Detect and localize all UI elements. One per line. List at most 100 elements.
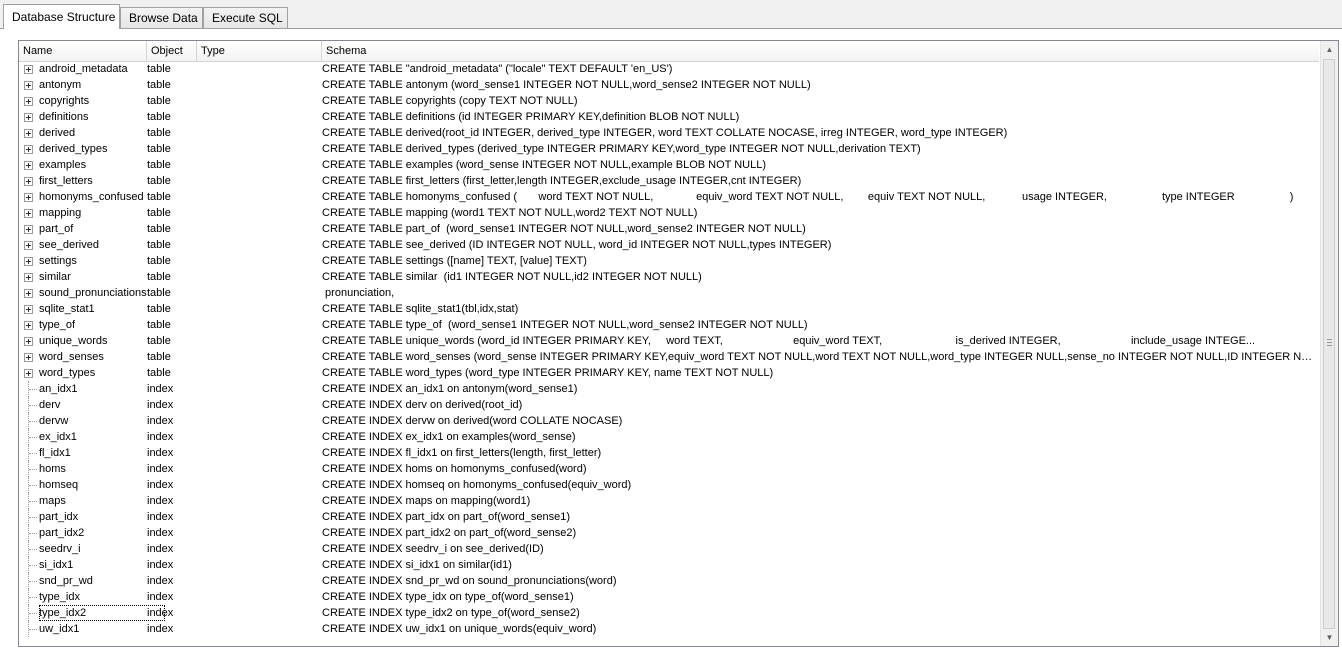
- table-row[interactable]: type_of table CREATE TABLE type_of (word_s…: [19, 317, 1319, 333]
- index-row[interactable]: type_idx2 index CREATE INDEX type_idx2 on …: [19, 605, 1319, 621]
- tree-connector-branch: [29, 501, 37, 503]
- expand-plus-icon[interactable]: [24, 177, 33, 186]
- table-row[interactable]: homonyms_confused table CREATE TABLE homon…: [19, 189, 1319, 205]
- expand-plus-icon[interactable]: [24, 113, 33, 122]
- expand-plus-icon[interactable]: [24, 129, 33, 138]
- expand-plus-icon[interactable]: [24, 257, 33, 266]
- scroll-thumb[interactable]: [1323, 59, 1335, 629]
- row-type-cell: [197, 125, 321, 141]
- tree-connector-branch: [29, 517, 37, 519]
- expand-plus-icon[interactable]: [24, 289, 33, 298]
- table-row[interactable]: android_metadata table CREATE TABLE "andro…: [19, 61, 1319, 77]
- table-row[interactable]: sound_pronunciations table pronunciation,: [19, 285, 1319, 301]
- table-row[interactable]: similar table CREATE TABLE similar (id1 IN…: [19, 269, 1319, 285]
- index-row[interactable]: fl_idx1 index CREATE INDEX fl_idx1 on firs…: [19, 445, 1319, 461]
- table-row[interactable]: first_letters table CREATE TABLE first_let…: [19, 173, 1319, 189]
- table-row[interactable]: copyrights table CREATE TABLE copyrights (…: [19, 93, 1319, 109]
- expand-plus-icon[interactable]: [24, 193, 33, 202]
- column-header-name[interactable]: Name: [19, 41, 147, 61]
- column-header-type[interactable]: Type: [197, 41, 322, 61]
- expand-plus-icon[interactable]: [24, 225, 33, 234]
- row-type-cell: [197, 477, 321, 493]
- index-row[interactable]: dervw index CREATE INDEX dervw on derived(…: [19, 413, 1319, 429]
- expand-plus-icon[interactable]: [24, 273, 33, 282]
- index-row[interactable]: homs index CREATE INDEX homs on homonyms_c…: [19, 461, 1319, 477]
- index-row[interactable]: homseq index CREATE INDEX homseq on homony…: [19, 477, 1319, 493]
- table-row[interactable]: word_types table CREATE TABLE word_types (…: [19, 365, 1319, 381]
- row-object-cell: table: [147, 239, 171, 251]
- row-object-cell: index: [147, 607, 174, 619]
- table-row[interactable]: word_senses table CREATE TABLE word_senses…: [19, 349, 1319, 365]
- index-row[interactable]: part_idx2 index CREATE INDEX part_idx2 on …: [19, 525, 1319, 541]
- scroll-down-arrow-icon[interactable]: ▼: [1321, 629, 1338, 646]
- row-schema-cell: CREATE INDEX an_idx1 on antonym(word_sen…: [322, 383, 578, 395]
- table-row[interactable]: derived table CREATE TABLE derived(root_id…: [19, 125, 1319, 141]
- row-schema-cell: CREATE TABLE unique_words (word_id INTEG…: [322, 335, 1256, 347]
- index-row[interactable]: part_idx index CREATE INDEX part_idx on pa…: [19, 509, 1319, 525]
- row-type-cell: [197, 509, 321, 525]
- index-row[interactable]: snd_pr_wd index CREATE INDEX snd_pr_wd on …: [19, 573, 1319, 589]
- index-row[interactable]: maps index CREATE INDEX maps on mapping(wo…: [19, 493, 1319, 509]
- expand-plus-icon[interactable]: [24, 321, 33, 330]
- tab-database-structure[interactable]: Database Structure: [3, 4, 120, 29]
- table-row[interactable]: settings table CREATE TABLE settings ([nam…: [19, 253, 1319, 269]
- table-row[interactable]: definitions table CREATE TABLE definitions…: [19, 109, 1319, 125]
- row-type-cell: [197, 189, 321, 205]
- row-schema-cell: CREATE TABLE similar (id1 INTEGER NOT NU…: [322, 271, 702, 283]
- expand-plus-icon[interactable]: [24, 65, 33, 74]
- row-schema-cell: CREATE TABLE copyrights (copy TEXT NOT N…: [322, 95, 578, 107]
- row-object-cell: table: [147, 159, 171, 171]
- index-row[interactable]: an_idx1 index CREATE INDEX an_idx1 on anto…: [19, 381, 1319, 397]
- table-row[interactable]: antonym table CREATE TABLE antonym (word_s…: [19, 77, 1319, 93]
- row-schema-cell: CREATE TABLE settings ([name] TEXT, [val…: [322, 255, 587, 267]
- table-row[interactable]: mapping table CREATE TABLE mapping (word1 …: [19, 205, 1319, 221]
- row-object-cell: table: [147, 335, 171, 347]
- table-row[interactable]: unique_words table CREATE TABLE unique_wor…: [19, 333, 1319, 349]
- index-row[interactable]: uw_idx1 index CREATE INDEX uw_idx1 on uniq…: [19, 621, 1319, 637]
- row-schema-cell: CREATE INDEX maps on mapping(word1): [322, 495, 531, 507]
- table-row[interactable]: sqlite_stat1 table CREATE TABLE sqlite_sta…: [19, 301, 1319, 317]
- expand-plus-icon[interactable]: [24, 305, 33, 314]
- thumb-grip-line: [1327, 339, 1332, 340]
- row-type-cell: [197, 429, 321, 445]
- expand-plus-icon[interactable]: [24, 209, 33, 218]
- row-object-cell: table: [147, 207, 171, 219]
- column-header-object[interactable]: Object: [147, 41, 197, 61]
- row-object-cell: index: [147, 447, 174, 459]
- table-row[interactable]: derived_types table CREATE TABLE derived_t…: [19, 141, 1319, 157]
- row-schema-cell: CREATE INDEX fl_idx1 on first_letters(le…: [322, 447, 602, 459]
- row-type-cell: [197, 589, 321, 605]
- scroll-up-arrow-icon[interactable]: ▲: [1321, 41, 1338, 58]
- row-schema-cell: CREATE TABLE type_of (word_sense1 INTEGE…: [322, 319, 808, 331]
- row-type-cell: [197, 573, 321, 589]
- expand-plus-icon[interactable]: [24, 369, 33, 378]
- index-row[interactable]: type_idx index CREATE INDEX type_idx on ty…: [19, 589, 1319, 605]
- vertical-scrollbar[interactable]: ▲ ▼: [1320, 41, 1338, 646]
- tab-execute-sql[interactable]: Execute SQL: [203, 7, 288, 28]
- index-row[interactable]: ex_idx1 index CREATE INDEX ex_idx1 on exam…: [19, 429, 1319, 445]
- expand-plus-icon[interactable]: [24, 353, 33, 362]
- index-row[interactable]: seedrv_i index CREATE INDEX seedrv_i on se…: [19, 541, 1319, 557]
- table-row[interactable]: examples table CREATE TABLE examples (word…: [19, 157, 1319, 173]
- index-row[interactable]: derv index CREATE INDEX derv on derived(ro…: [19, 397, 1319, 413]
- expand-plus-icon[interactable]: [24, 337, 33, 346]
- table-row[interactable]: see_derived table CREATE TABLE see_derived…: [19, 237, 1319, 253]
- expand-plus-icon[interactable]: [24, 161, 33, 170]
- expand-plus-icon[interactable]: [24, 97, 33, 106]
- row-object-cell: table: [147, 367, 171, 379]
- schema-tree-view[interactable]: Name Object Type Schema android_metadata…: [18, 40, 1339, 647]
- index-row[interactable]: si_idx1 index CREATE INDEX si_idx1 on simi…: [19, 557, 1319, 573]
- expand-plus-icon[interactable]: [24, 145, 33, 154]
- row-object-cell: table: [147, 63, 171, 75]
- table-row[interactable]: part_of table CREATE TABLE part_of (word_s…: [19, 221, 1319, 237]
- column-header-schema[interactable]: Schema: [322, 41, 1319, 61]
- row-object-cell: index: [147, 623, 174, 635]
- tab-browse-data[interactable]: Browse Data: [120, 7, 203, 28]
- expand-plus-icon[interactable]: [24, 241, 33, 250]
- tree-connector-branch: [29, 437, 37, 439]
- row-object-cell: index: [147, 431, 174, 443]
- row-object-cell: index: [147, 559, 174, 571]
- expand-plus-icon[interactable]: [24, 81, 33, 90]
- tree-connector-branch: [29, 405, 37, 407]
- row-schema-cell: CREATE TABLE definitions (id INTEGER PRI…: [322, 111, 740, 123]
